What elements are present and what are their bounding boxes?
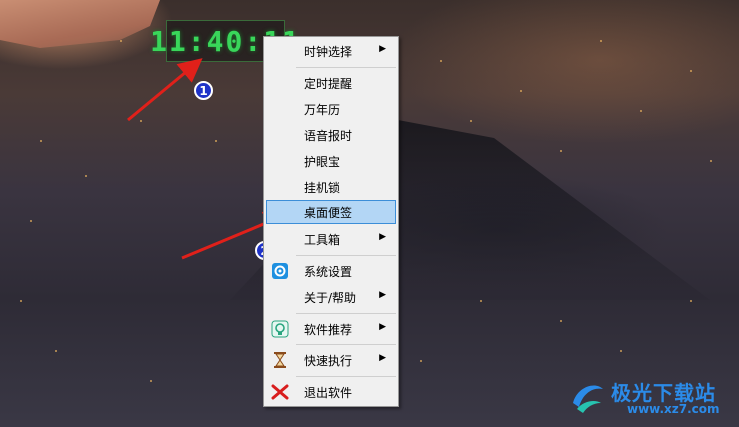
gear-icon — [271, 262, 289, 280]
menu-separator — [296, 255, 396, 256]
menu-item-label: 语音报时 — [304, 129, 353, 143]
submenu-arrow-icon: ▶ — [379, 322, 386, 332]
menu-item-label: 万年历 — [304, 103, 341, 117]
menu-separator — [296, 344, 396, 345]
menu-item-calendar[interactable]: 万年历 — [266, 97, 396, 121]
context-menu: 时钟选择 ▶ 定时提醒 万年历 语音报时 护眼宝 挂机锁 桌面便签 工具箱 ▶ … — [263, 36, 399, 407]
menu-item-system-settings[interactable]: 系统设置 — [266, 259, 396, 283]
hourglass-icon — [271, 351, 289, 369]
menu-item-label: 护眼宝 — [304, 155, 341, 169]
menu-separator — [296, 313, 396, 314]
menu-item-label: 定时提醒 — [304, 77, 353, 91]
menu-separator — [296, 67, 396, 68]
menu-item-voice-time[interactable]: 语音报时 — [266, 123, 396, 147]
lightbulb-icon — [271, 320, 289, 338]
watermark-url: www.xz7.com — [627, 402, 720, 416]
menu-item-clock-select[interactable]: 时钟选择 ▶ — [266, 39, 396, 63]
menu-separator — [296, 376, 396, 377]
menu-item-label: 系统设置 — [304, 265, 353, 279]
menu-item-label: 快速执行 — [304, 354, 353, 368]
site-watermark: 极光下载站 www.xz7.com — [567, 375, 727, 419]
menu-item-toolbox[interactable]: 工具箱 ▶ — [266, 227, 396, 251]
menu-item-about-help[interactable]: 关于/帮助 ▶ — [266, 285, 396, 309]
menu-item-label: 挂机锁 — [304, 181, 341, 195]
menu-item-label: 时钟选择 — [304, 45, 353, 59]
menu-item-label: 工具箱 — [304, 233, 341, 247]
menu-item-exit[interactable]: 退出软件 — [266, 380, 396, 404]
submenu-arrow-icon: ▶ — [379, 232, 386, 242]
menu-item-label: 退出软件 — [304, 386, 353, 400]
step-marker-1: 1 — [194, 81, 213, 100]
submenu-arrow-icon: ▶ — [379, 44, 386, 54]
menu-item-desktop-note[interactable]: 桌面便签 — [266, 200, 396, 224]
aurora-logo-icon — [567, 377, 607, 417]
menu-item-quick-run[interactable]: 快速执行 ▶ — [266, 348, 396, 372]
menu-item-label: 关于/帮助 — [304, 291, 357, 305]
exit-x-icon — [271, 383, 289, 401]
menu-item-software-recommend[interactable]: 软件推荐 ▶ — [266, 317, 396, 341]
menu-item-idle-lock[interactable]: 挂机锁 — [266, 175, 396, 199]
menu-item-eye-care[interactable]: 护眼宝 — [266, 149, 396, 173]
submenu-arrow-icon: ▶ — [379, 290, 386, 300]
submenu-arrow-icon: ▶ — [379, 353, 386, 363]
menu-item-timer-reminder[interactable]: 定时提醒 — [266, 71, 396, 95]
menu-item-label: 软件推荐 — [304, 323, 353, 337]
menu-item-label: 桌面便签 — [304, 206, 353, 220]
